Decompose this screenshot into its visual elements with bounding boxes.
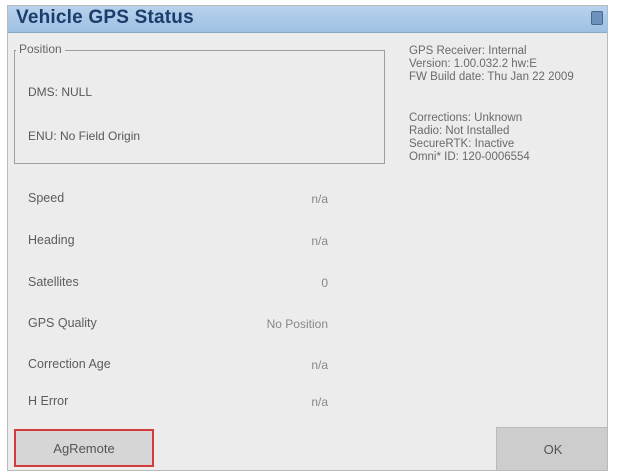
radio-status: Radio: Not Installed (409, 125, 510, 137)
ok-button[interactable]: OK (496, 427, 607, 470)
corrections-status: Corrections: Unknown (409, 112, 523, 124)
title-bar: Vehicle GPS Status (8, 6, 607, 33)
satellites-value: 0 (321, 276, 328, 290)
dms-value: DMS: NULL (28, 85, 93, 99)
gps-status-window: Vehicle GPS Status Position DMS: NULL EN… (7, 5, 608, 471)
securertk-status: SecureRTK: Inactive (409, 138, 515, 150)
receiver-version: Version: 1.00.032.2 hw:E (409, 58, 537, 70)
position-group (14, 50, 385, 164)
h-error-label: H Error (28, 394, 69, 408)
correction-age-label: Correction Age (28, 357, 111, 371)
window-menu-icon[interactable] (591, 11, 603, 25)
firmware-build-date: FW Build date: Thu Jan 22 2009 (409, 71, 574, 83)
enu-value: ENU: No Field Origin (28, 129, 141, 143)
satellites-label: Satellites (28, 275, 79, 289)
gps-quality-value: No Position (266, 317, 328, 331)
page-title: Vehicle GPS Status (16, 7, 194, 28)
h-error-value: n/a (311, 395, 328, 409)
speed-label: Speed (28, 191, 65, 205)
heading-value: n/a (311, 234, 328, 248)
speed-value: n/a (311, 192, 328, 206)
agremote-button[interactable]: AgRemote (14, 429, 154, 467)
correction-age-value: n/a (311, 358, 328, 372)
omni-id: Omni* ID: 120-0006554 (409, 151, 530, 163)
receiver-type: GPS Receiver: Internal (409, 45, 527, 57)
position-legend: Position (16, 42, 65, 56)
gps-quality-label: GPS Quality (28, 316, 97, 330)
heading-label: Heading (28, 233, 75, 247)
